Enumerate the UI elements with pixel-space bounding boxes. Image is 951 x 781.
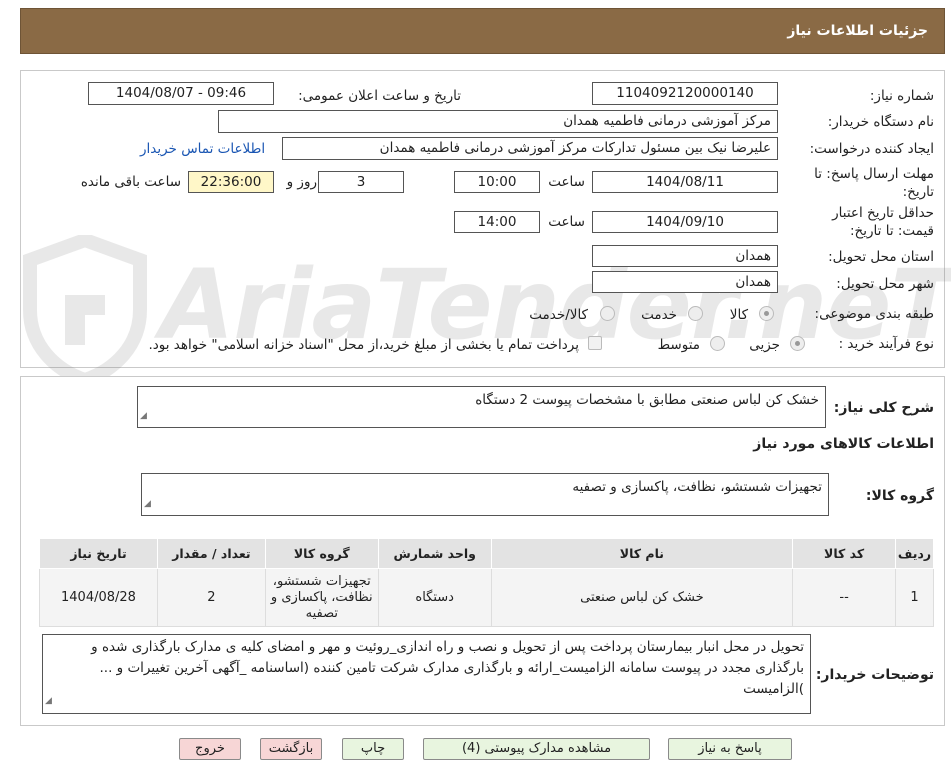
cell-row-number: 1 bbox=[895, 568, 934, 627]
buyer-field: مرکز آموزشی درمانی فاطمیه همدان bbox=[218, 110, 778, 133]
buyer-contact-link[interactable]: اطلاعات تماس خریدار bbox=[140, 141, 265, 157]
resize-grip-icon: ◢ bbox=[144, 499, 151, 509]
col-header-row: ردیف bbox=[895, 538, 934, 569]
city-field: همدان bbox=[592, 271, 778, 293]
cell-name: خشک کن لباس صنعتی bbox=[490, 568, 794, 627]
exit-button[interactable]: خروج bbox=[179, 738, 241, 760]
announce-field: 1404/08/07 - 09:46 bbox=[88, 82, 274, 105]
deadline-label-line2: تاریخ: bbox=[902, 184, 934, 200]
buyer-label: نام دستگاه خریدار: bbox=[827, 114, 934, 130]
buyer-notes-field: تحویل در محل انبار بیمارستان پرداخت پس ا… bbox=[42, 634, 811, 714]
resize-grip-icon: ◢ bbox=[140, 411, 147, 421]
deadline-time-label: ساعت bbox=[548, 174, 585, 190]
cell-unit: دستگاه bbox=[377, 568, 492, 627]
process-radio-partial[interactable] bbox=[790, 336, 805, 351]
remaining-time-field: 22:36:00 bbox=[188, 171, 274, 193]
print-button[interactable]: چاپ bbox=[342, 738, 404, 760]
category-option-goods: کالا bbox=[729, 307, 748, 323]
process-label: نوع فرآیند خرید : bbox=[838, 336, 934, 352]
validity-label-line2: قیمت: تا تاریخ: bbox=[850, 223, 934, 239]
need-summary-label: شرح کلی نیاز: bbox=[833, 400, 934, 416]
category-radio-service[interactable] bbox=[688, 306, 703, 321]
process-option-medium: متوسط bbox=[657, 337, 700, 353]
items-table: ردیف کد کالا نام کالا واحد شمارش گروه کا… bbox=[39, 538, 934, 627]
need-number-label: شماره نیاز: bbox=[869, 88, 934, 104]
province-label: استان محل تحویل: bbox=[828, 249, 934, 265]
validity-date-field: 1404/09/10 bbox=[592, 211, 778, 233]
deadline-time-field: 10:00 bbox=[454, 171, 540, 193]
goods-group-field: تجهیزات شستشو، نظافت، پاکسازی و تصفیه ◢ bbox=[141, 473, 829, 516]
buyer-notes-text: تحویل در محل انبار بیمارستان پرداخت پس ا… bbox=[91, 639, 804, 697]
need-summary-field: خشک کن لباس صنعتی مطابق با مشخصات پیوست … bbox=[137, 386, 826, 428]
validity-label-line1: حداقل تاریخ اعتبار bbox=[832, 205, 934, 221]
deadline-label-line1: مهلت ارسال پاسخ: تا bbox=[814, 166, 934, 182]
need-number-field: 1104092120000140 bbox=[592, 82, 778, 105]
page-header: جزئیات اطلاعات نیاز bbox=[20, 8, 945, 54]
cell-group: تجهیزات شستشو، نظافت، پاکسازی و تصفیه bbox=[264, 568, 379, 627]
col-header-quantity: تعداد / مقدار bbox=[156, 538, 266, 569]
deadline-date-field: 1404/08/11 bbox=[592, 171, 778, 193]
reply-button[interactable]: پاسخ به نیاز bbox=[668, 738, 792, 760]
creator-field: علیرضا نیک بین مسئول تدارکات مرکز آموزشی… bbox=[282, 137, 778, 160]
process-option-partial: جزیی bbox=[749, 337, 780, 353]
col-header-date: تاریخ نیاز bbox=[39, 538, 158, 569]
resize-grip-icon: ◢ bbox=[45, 696, 52, 706]
treasury-payment-checkbox[interactable] bbox=[588, 336, 602, 350]
creator-label: ایجاد کننده درخواست: bbox=[809, 141, 934, 157]
table-row: 1 -- خشک کن لباس صنعتی دستگاه تجهیزات شس… bbox=[39, 568, 934, 627]
cell-quantity: 2 bbox=[156, 568, 266, 627]
goods-group-label: گروه کالا: bbox=[865, 488, 934, 504]
goods-group-text: تجهیزات شستشو، نظافت، پاکسازی و تصفیه bbox=[572, 479, 822, 495]
process-radio-medium[interactable] bbox=[710, 336, 725, 351]
days-field: 3 bbox=[318, 171, 404, 193]
col-header-group: گروه کالا bbox=[264, 538, 379, 569]
back-button[interactable]: بازگشت bbox=[260, 738, 322, 760]
days-label: روز و bbox=[286, 174, 317, 190]
category-option-goods-service: کالا/خدمت bbox=[529, 307, 588, 323]
city-label: شهر محل تحویل: bbox=[836, 276, 934, 292]
category-option-service: خدمت bbox=[641, 307, 677, 323]
buyer-notes-label: توضیحات خریدار: bbox=[815, 667, 934, 683]
cell-date: 1404/08/28 bbox=[39, 568, 158, 627]
col-header-code: کد کالا bbox=[792, 538, 897, 569]
category-radio-goods[interactable] bbox=[759, 306, 774, 321]
treasury-payment-note: پرداخت تمام یا بخشی از مبلغ خرید،از محل … bbox=[148, 337, 579, 353]
view-attachments-button[interactable]: مشاهده مدارک پیوستی (4) bbox=[423, 738, 650, 760]
cell-code: -- bbox=[792, 568, 897, 627]
announce-label: تاریخ و ساعت اعلان عمومی: bbox=[298, 88, 461, 104]
page-title: جزئیات اطلاعات نیاز bbox=[787, 23, 928, 39]
col-header-name: نام کالا bbox=[490, 538, 794, 569]
need-summary-text: خشک کن لباس صنعتی مطابق با مشخصات پیوست … bbox=[475, 392, 819, 408]
validity-time-field: 14:00 bbox=[454, 211, 540, 233]
category-radio-goods-service[interactable] bbox=[600, 306, 615, 321]
remaining-time-label: ساعت باقی مانده bbox=[80, 174, 181, 190]
goods-info-title: اطلاعات کالاهای مورد نیاز bbox=[753, 436, 934, 452]
category-label: طبقه بندی موضوعی: bbox=[814, 306, 934, 322]
col-header-unit: واحد شمارش bbox=[377, 538, 492, 569]
province-field: همدان bbox=[592, 245, 778, 267]
validity-time-label: ساعت bbox=[548, 214, 585, 230]
table-header-row: ردیف کد کالا نام کالا واحد شمارش گروه کا… bbox=[39, 538, 934, 569]
